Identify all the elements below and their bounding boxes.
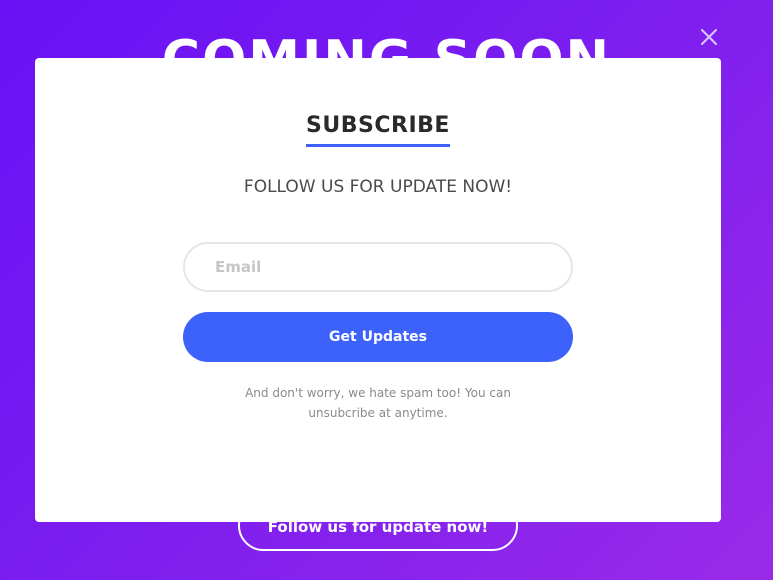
modal-subheading: FOLLOW US FOR UPDATE NOW! bbox=[243, 177, 513, 197]
modal-heading-wrapper: SUBSCRIBE bbox=[35, 112, 721, 147]
email-input[interactable] bbox=[183, 242, 573, 292]
close-icon bbox=[701, 29, 717, 45]
get-updates-button[interactable]: Get Updates bbox=[183, 312, 573, 362]
subscribe-modal: SUBSCRIBE FOLLOW US FOR UPDATE NOW! Get … bbox=[35, 58, 721, 522]
close-button[interactable] bbox=[696, 24, 722, 50]
spam-note: And don't worry, we hate spam too! You c… bbox=[245, 386, 511, 420]
modal-heading: SUBSCRIBE bbox=[306, 112, 450, 147]
